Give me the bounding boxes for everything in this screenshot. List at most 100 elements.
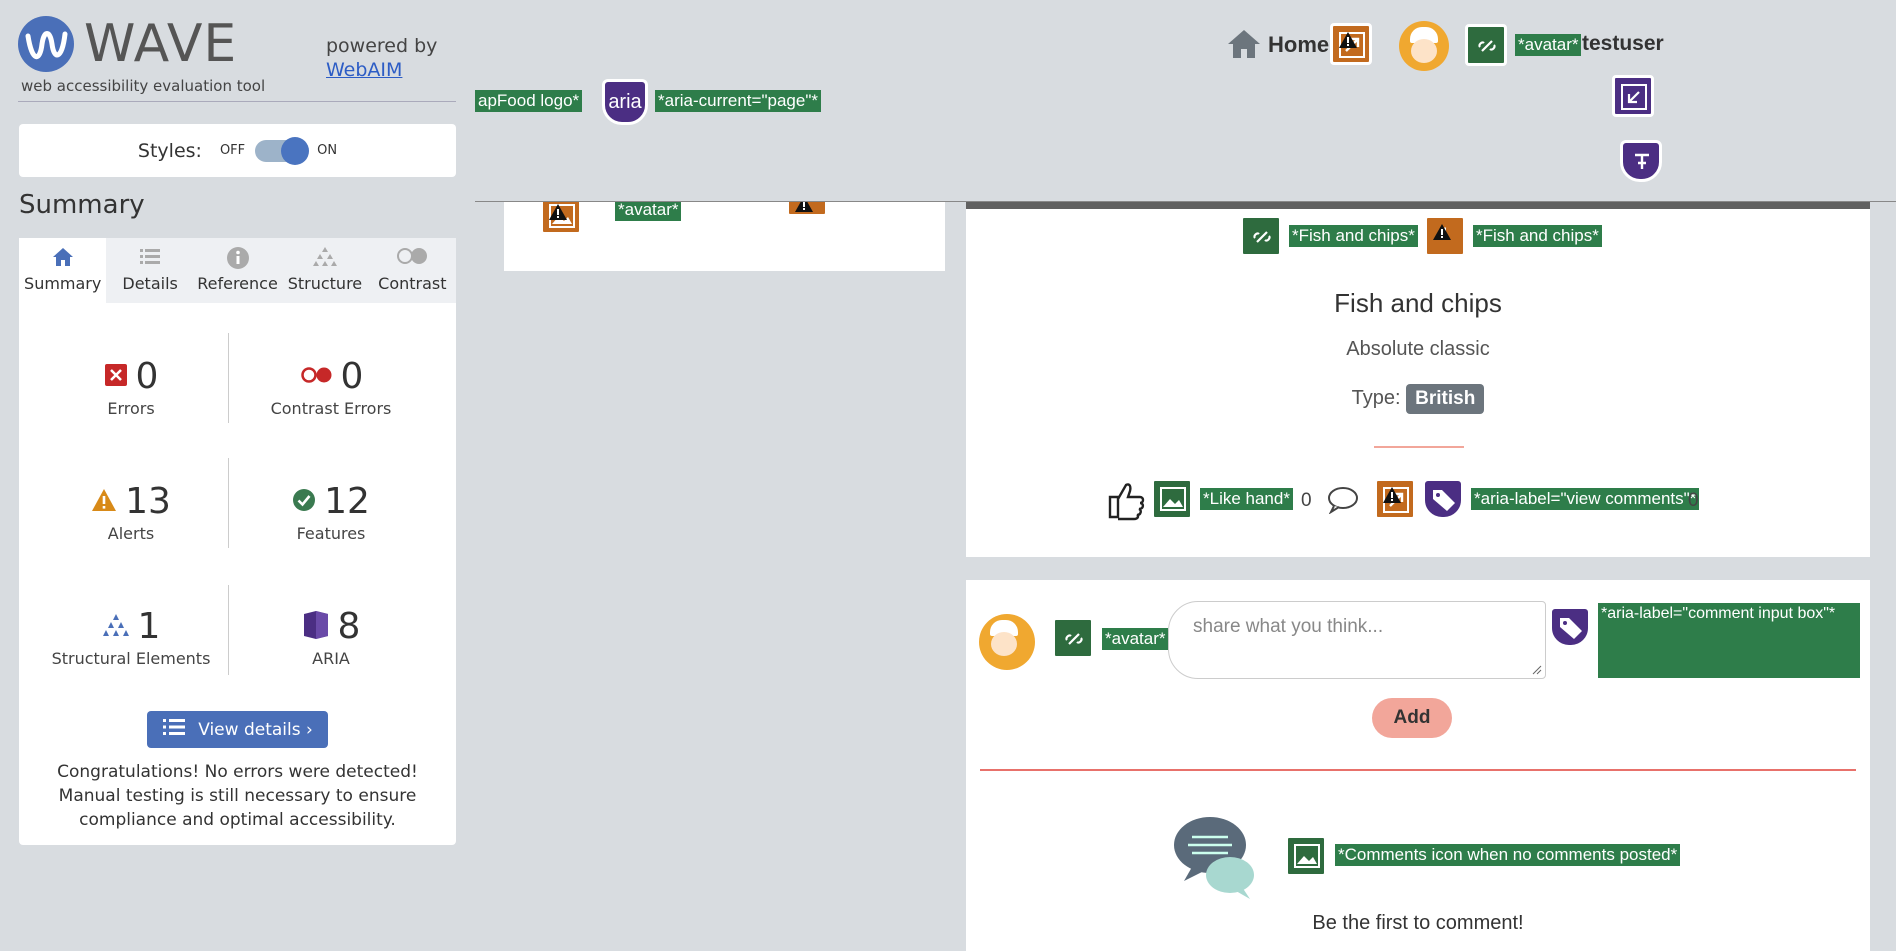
alert-link-icon[interactable] — [1330, 23, 1372, 65]
errors-count: 0 — [135, 356, 159, 397]
wave-tabs: Summary Details Reference Structure Cont… — [19, 238, 456, 304]
avatar-alt-tag: *avatar* — [615, 199, 682, 221]
left-card: *avatar* — [504, 187, 945, 271]
like-count: 0 — [1301, 490, 1312, 511]
divider — [980, 769, 1856, 771]
webaim-link[interactable]: WebAIM — [326, 59, 402, 81]
avatar-alt-tag: *avatar* — [1515, 34, 1582, 56]
stat-structural[interactable]: 1 Structural Elements — [31, 606, 231, 668]
structural-count: 1 — [137, 606, 161, 647]
divider — [1374, 446, 1464, 448]
comments-empty-icon — [1172, 813, 1260, 905]
aria-count: 8 — [337, 606, 361, 647]
home-icon — [19, 246, 106, 274]
features-count: 12 — [324, 481, 370, 522]
image-alt-tag: *Fish and chips* — [1289, 225, 1418, 247]
tab-contrast-label: Contrast — [378, 274, 447, 293]
aria-icon[interactable]: aria — [602, 79, 648, 125]
structure-icon — [102, 613, 130, 641]
like-alt-tag: *Like hand* — [1200, 488, 1293, 510]
avatar-alt-tag: *avatar* — [1102, 628, 1169, 650]
image-alt-icon[interactable] — [1285, 835, 1327, 877]
aria-label-tag-icon[interactable] — [1549, 606, 1591, 648]
image-alt-icon[interactable] — [1465, 24, 1507, 66]
resize-handle-icon[interactable] — [1532, 665, 1542, 675]
powered-by: powered by WebAIM — [326, 34, 437, 82]
warning-icon — [1383, 487, 1401, 503]
avatar[interactable] — [1399, 21, 1449, 71]
warning-icon — [1339, 32, 1357, 48]
styles-off-label: OFF — [219, 143, 246, 158]
like-hand-icon[interactable] — [1104, 477, 1148, 525]
features-label: Features — [296, 524, 366, 543]
image-alt-tag: *Fish and chips* — [1473, 225, 1602, 247]
view-details-label: View details › — [198, 719, 313, 740]
image-alt-icon[interactable] — [1052, 617, 1094, 659]
site-header: apFood logo* aria *aria-current="page"* … — [475, 0, 1896, 202]
aria-icon — [302, 610, 330, 644]
styles-toggle[interactable] — [255, 136, 310, 165]
avatar — [979, 614, 1035, 670]
aria-tabindex-icon[interactable] — [1620, 140, 1662, 182]
error-icon — [104, 363, 128, 391]
toggle-knob[interactable] — [281, 136, 310, 165]
sitemap-icon — [281, 246, 368, 274]
nav-home-link[interactable]: Home — [1268, 32, 1329, 58]
summary-panel: 0 Errors 0 Contrast Errors 13 Alerts 12 … — [19, 303, 456, 845]
styles-label: Styles: — [137, 139, 202, 162]
recipe-type: Type: British — [966, 384, 1870, 414]
comment-bubble-icon[interactable] — [1327, 486, 1359, 518]
stat-alerts[interactable]: 13 Alerts — [31, 481, 231, 543]
recipe-actions: *Like hand* 0 *aria-label="view comments… — [966, 477, 1870, 523]
comment-input[interactable]: share what you think... — [1168, 601, 1546, 679]
aria-label-tag-icon[interactable] — [1422, 478, 1464, 520]
stat-aria[interactable]: 8 ARIA — [231, 606, 431, 668]
powered-by-text: powered by — [326, 35, 438, 57]
recipe-subtitle: Absolute classic — [1346, 338, 1490, 360]
wave-logo-subtitle: web accessibility evaluation tool — [21, 77, 266, 95]
stat-errors[interactable]: 0 Errors — [31, 356, 231, 418]
image-alt-icon[interactable] — [1151, 478, 1193, 520]
wave-logo-icon — [18, 16, 74, 72]
redundant-alt-icon[interactable]: " — [1424, 215, 1466, 257]
alerts-count: 13 — [125, 481, 171, 522]
tab-details-label: Details — [122, 274, 178, 293]
contrast-errors-count: 0 — [340, 356, 364, 397]
warning-icon — [549, 204, 567, 220]
type-badge: British — [1406, 384, 1485, 414]
tab-structure[interactable]: Structure — [281, 238, 368, 304]
stat-features[interactable]: 12 Features — [231, 481, 431, 543]
tab-contrast[interactable]: Contrast — [369, 238, 456, 304]
stat-contrast-errors[interactable]: 0 Contrast Errors — [231, 356, 431, 418]
comments-count: 0 — [1688, 490, 1699, 511]
list-icon — [162, 717, 186, 742]
aria-expand-icon[interactable] — [1612, 75, 1654, 117]
summary-heading: Summary — [19, 190, 145, 220]
home-icon[interactable] — [1226, 28, 1262, 64]
structural-label: Structural Elements — [51, 649, 211, 668]
tab-summary-label: Summary — [24, 274, 102, 293]
type-label: Type: — [1351, 387, 1401, 409]
view-details-button[interactable]: View details › — [147, 711, 328, 748]
recipe-card: *Fish and chips* " *Fish and chips* Fish… — [966, 195, 1870, 557]
comment-placeholder: share what you think... — [1193, 616, 1384, 637]
add-comment-button[interactable]: Add — [1372, 698, 1452, 738]
warning-icon — [1433, 224, 1451, 240]
chef-face — [1411, 39, 1437, 63]
list-icon — [106, 246, 193, 274]
image-alt-icon[interactable] — [1240, 215, 1282, 257]
errors-label: Errors — [107, 399, 155, 418]
styles-toggle-box: Styles: OFF ON — [19, 124, 456, 177]
tab-reference[interactable]: Reference — [194, 238, 281, 304]
username[interactable]: testuser — [1582, 32, 1664, 56]
alert-link-icon[interactable] — [1374, 478, 1416, 520]
aria-label-tag: *aria-label="comment input box"* — [1598, 603, 1860, 678]
tab-summary[interactable]: Summary — [19, 238, 107, 304]
aria-label: ARIA — [312, 649, 350, 668]
divider — [18, 101, 456, 102]
aria-label-tag: *aria-label="view comments"* — [1471, 488, 1700, 510]
contrast-icon — [369, 246, 456, 274]
logo-alt-tag: apFood logo* — [475, 90, 583, 112]
page-viewport: *avatar* *Fish and chips* " *Fish and ch… — [475, 0, 1896, 951]
tab-details[interactable]: Details — [106, 238, 193, 304]
